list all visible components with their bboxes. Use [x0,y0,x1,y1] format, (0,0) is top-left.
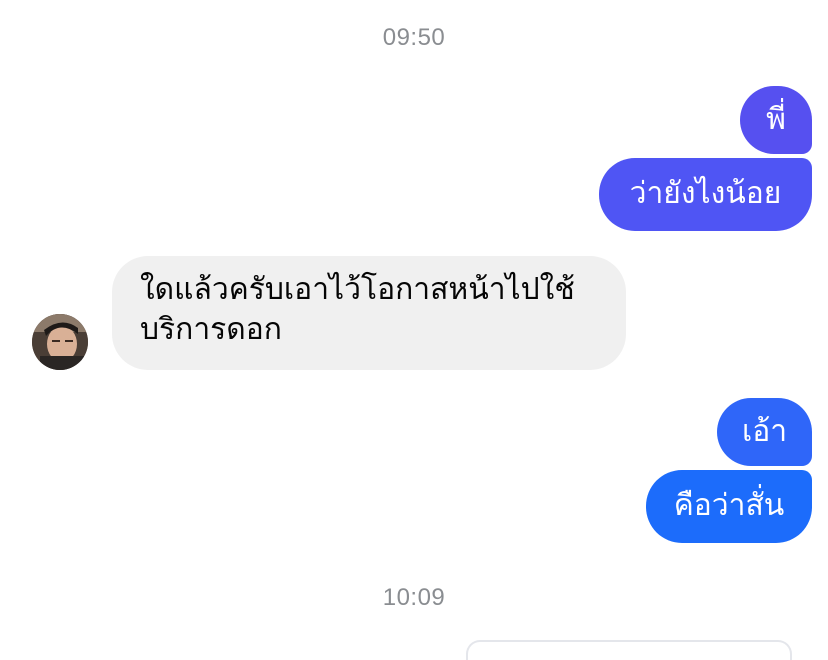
outgoing-message-bubble[interactable]: ว่ายังไงน้อย [599,158,812,231]
message-timestamp: 10:09 [382,584,446,611]
message-text: คือว่าสั่น [673,488,785,523]
incoming-message-bubble[interactable]: ใดแล้วครับเอาไว้โอกาสหน้าไปใช้บริการดอก [112,256,626,370]
outgoing-message-bubble[interactable]: พี่ [740,86,812,154]
message-text: ใดแล้วครับเอาไว้โอกาสหน้าไปใช้บริการดอก [140,272,575,347]
message-timestamp: 09:50 [382,24,446,51]
message-text: พี่ [766,102,786,137]
outgoing-message-bubble[interactable]: เอ้า [717,398,812,466]
message-text: ว่ายังไงน้อย [629,176,782,211]
message-text: เอ้า [741,414,788,449]
partial-attachment-card[interactable] [466,640,792,660]
avatar-photo [32,314,88,370]
contact-avatar[interactable] [32,314,88,370]
outgoing-message-bubble[interactable]: คือว่าสั่น [646,470,812,543]
